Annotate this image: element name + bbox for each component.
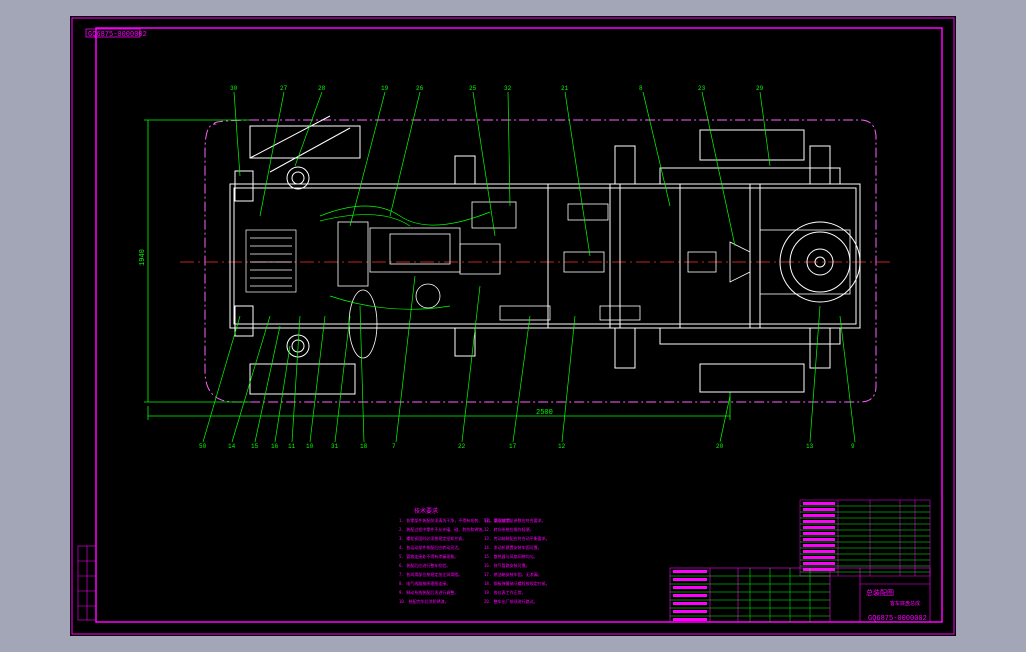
balloon-23: 23 — [698, 85, 706, 92]
balloon-50: 50 — [199, 443, 207, 450]
note-line: 15. 散热器与风扇间隙均匀。 — [484, 553, 538, 559]
balloon-25: 25 — [469, 85, 477, 92]
notes-heading: 技术要求 — [414, 507, 438, 515]
balloon-8: 8 — [639, 85, 643, 92]
outer-border — [71, 17, 955, 635]
note-line: 14. 发动机悬置安装牢固可靠。 — [484, 544, 542, 550]
balloon-28: 28 — [318, 85, 326, 92]
balloon-32: 32 — [504, 85, 512, 92]
parts-list-cells — [803, 502, 835, 571]
balloon-labels-top: 30 27 28 19 26 25 32 21 8 23 29 — [230, 85, 764, 92]
balloon-13: 13 — [806, 443, 814, 450]
sheet-code-bottomright: GQ6875-0000002 — [868, 615, 927, 623]
note-line: 2. 装配过程中零件不允许磕、碰、划伤和锈蚀。 — [399, 526, 486, 532]
note-line: 5. 管路连接处不得有渗漏现象。 — [399, 553, 458, 559]
note-line: 13. 传动轴装配应符合动平衡要求。 — [484, 535, 550, 541]
note-line: 11. 前后轮定位参数应符合要求。 — [484, 517, 546, 523]
note-line: 17. 燃油箱安装牢固，无渗漏。 — [484, 571, 542, 577]
balloon-26: 26 — [416, 85, 424, 92]
left-stamp-table — [77, 545, 97, 621]
note-line: 12. 转向系统应操作轻便。 — [484, 526, 534, 532]
balloon-19: 19 — [381, 85, 389, 92]
balloon-20: 20 — [716, 443, 724, 450]
note-line: 20. 整车出厂前须进行路试。 — [484, 598, 538, 604]
dimensions-group — [144, 119, 731, 420]
balloon-12: 12 — [558, 443, 566, 450]
radiator — [245, 229, 297, 293]
balloon-14: 14 — [228, 443, 236, 450]
piping — [319, 205, 491, 310]
note-line: 9. 制动系统装配后须进行调整。 — [399, 589, 458, 595]
balloon-7: 7 — [392, 443, 396, 450]
balloon-31: 31 — [331, 443, 339, 450]
note-line: 6. 装配后应进行整车检验。 — [399, 562, 450, 568]
balloon-29: 29 — [756, 85, 764, 92]
balloon-10: 10 — [306, 443, 314, 450]
note-line: 10. 装配完毕后涂防锈漆。 — [399, 598, 449, 604]
balloon-9: 9 — [851, 443, 855, 450]
balloon-21: 21 — [561, 85, 569, 92]
balloon-labels-bottom: 50 14 15 16 11 10 31 18 7 22 17 12 20 13… — [199, 443, 855, 450]
leader-lines — [202, 91, 856, 443]
note-line: 7. 各润滑部位按规定加注润滑脂。 — [399, 571, 462, 577]
title-label: 总装配图 — [866, 588, 894, 597]
note-line: 18. 钢板弹簧骑马螺栓按规定拧紧。 — [484, 580, 550, 586]
notes-column-2: 11. 前后轮定位参数应符合要求。 12. 转向系统应操作轻便。 13. 传动轴装配… — [484, 517, 550, 604]
dimension-width: 1940 — [139, 249, 147, 266]
balloon-15: 15 — [251, 443, 259, 450]
note-line: 8. 电气线路按原理图连接。 — [399, 580, 450, 586]
vehicle-outline — [204, 119, 877, 403]
balloon-30: 30 — [230, 85, 238, 92]
drawing-canvas: GQ6875-0000002 1940 2500 30 27 28 19 26 … — [70, 16, 956, 636]
balloon-22: 22 — [458, 443, 466, 450]
chassis-assembly-drawing: GQ6875-0000002 1940 2500 30 27 28 19 26 … — [71, 17, 955, 635]
sheet-code-topleft: GQ6875-0000002 — [88, 31, 147, 39]
title-block-cells — [673, 570, 707, 621]
note-line: 4. 各运动部件装配后应转动灵活。 — [399, 544, 462, 550]
wheels — [249, 115, 861, 395]
balloon-18: 18 — [360, 443, 368, 450]
note-line: 3. 螺栓紧固时必须按规定扭矩拧紧。 — [399, 535, 466, 541]
balloon-17: 17 — [509, 443, 517, 450]
title-sub: 客车底盘总成 — [890, 600, 920, 607]
dimension-length: 2500 — [536, 409, 553, 417]
balloon-11: 11 — [288, 443, 296, 450]
balloon-27: 27 — [280, 85, 288, 92]
balloon-16: 16 — [271, 443, 279, 450]
frame-rails — [229, 145, 861, 369]
note-line: 19. 各仪表工作正常。 — [484, 589, 526, 595]
note-line: 16. 排气管路安装可靠。 — [484, 562, 530, 568]
